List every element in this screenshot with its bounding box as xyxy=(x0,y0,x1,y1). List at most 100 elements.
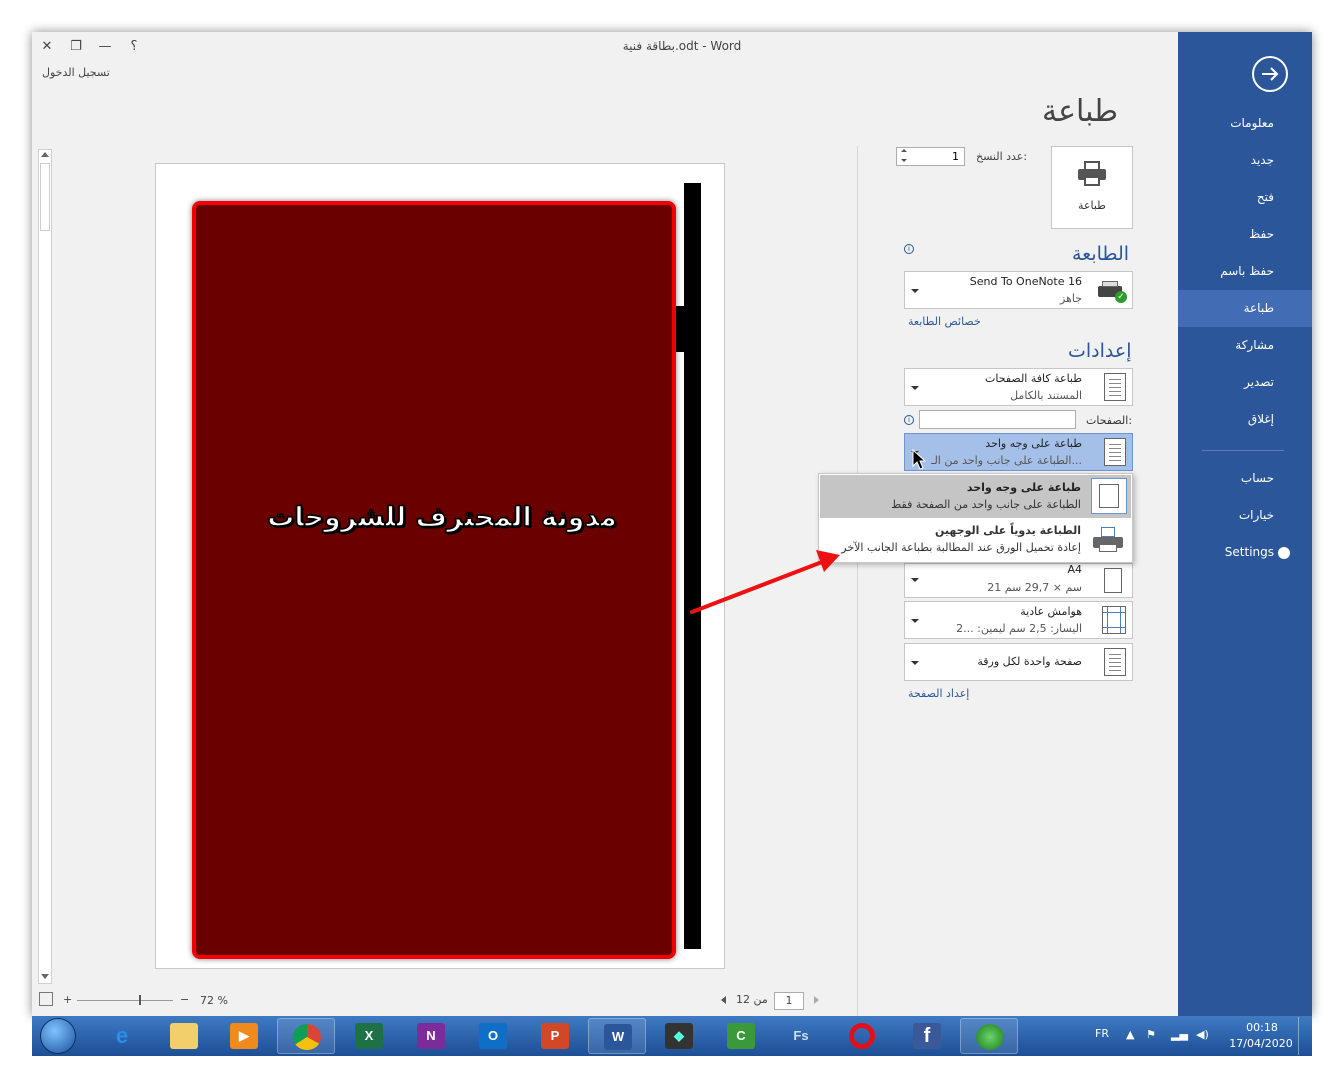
printer-name: Send To OneNote 16 xyxy=(969,275,1082,288)
taskbar-app[interactable]: e xyxy=(93,1018,151,1054)
preview-edge-tab xyxy=(676,306,688,352)
print-button[interactable]: طباعة xyxy=(1051,146,1133,229)
margins-icon xyxy=(1102,606,1126,634)
help-button[interactable]: ؟ xyxy=(123,38,145,56)
popup-item-desc: الطباعة على جانب واحد من الصفحة فقط xyxy=(891,498,1081,511)
zoom-out-icon[interactable]: − xyxy=(180,993,189,1006)
start-button-icon[interactable] xyxy=(40,1018,76,1054)
copies-label: عدد النسخ: xyxy=(976,150,1028,163)
nav-separator xyxy=(1202,450,1284,451)
preview-scrollbar[interactable] xyxy=(38,149,52,984)
sides-dropdown[interactable]: طباعة على وجه واحد الطباعة على جانب واحد… xyxy=(904,433,1133,471)
sides-popup-menu: طباعة على وجه واحد الطباعة على جانب واحد… xyxy=(818,473,1133,563)
annotation-arrow xyxy=(690,550,840,614)
taskbar-app[interactable]: P xyxy=(526,1018,584,1054)
volume-icon[interactable]: ◀) xyxy=(1196,1028,1209,1041)
paper-size-main: A4 xyxy=(1067,563,1082,576)
printer-dropdown[interactable]: Send To OneNote 16 جاهز ✓ xyxy=(904,271,1133,309)
prev-page-icon[interactable] xyxy=(721,996,726,1004)
taskbar-app[interactable]: ▶ xyxy=(215,1018,273,1054)
paper-size-sub: 21 سم × 29,7 سم xyxy=(987,581,1082,594)
zoom-slider[interactable] xyxy=(77,1000,173,1001)
nav-account[interactable]: حساب xyxy=(1178,460,1312,497)
popup-item-title: طباعة على وجه واحد xyxy=(966,481,1081,494)
single-side-icon xyxy=(1091,478,1127,514)
nav-open[interactable]: فتح xyxy=(1178,179,1312,216)
desktop: ✕ ❐ — ؟ بطاقة فنية.odt - Word تسجيل الدخ… xyxy=(0,0,1344,1088)
internet-explorer-icon: e xyxy=(115,1023,129,1048)
nav-print[interactable]: طباعة xyxy=(1178,290,1312,327)
pages-per-sheet-dropdown[interactable]: صفحة واحدة لكل ورقة xyxy=(904,643,1133,681)
scroll-up-icon[interactable] xyxy=(41,152,49,157)
page-total: من 12 xyxy=(736,993,768,1006)
nav-export[interactable]: تصدير xyxy=(1178,364,1312,401)
minimize-button[interactable]: — xyxy=(94,38,116,56)
zoom-slider-thumb[interactable] xyxy=(139,995,141,1005)
backstage-nav: معلومات جديد فتح حفظ حفظ باسم طباعة مشار… xyxy=(1178,32,1312,1016)
copies-down-icon[interactable] xyxy=(901,159,907,162)
clock-date[interactable]: 17/04/2020 xyxy=(1225,1037,1297,1050)
info-icon[interactable]: i xyxy=(904,244,914,254)
chevron-down-icon xyxy=(911,619,919,623)
zoom-in-icon[interactable]: + xyxy=(63,993,72,1006)
back-button[interactable] xyxy=(1252,56,1288,92)
clock-time[interactable]: 00:18 xyxy=(1232,1021,1292,1034)
restore-button[interactable]: ❐ xyxy=(65,38,87,56)
nav-save[interactable]: حفظ xyxy=(1178,216,1312,253)
page-number-input[interactable]: 1 xyxy=(774,992,804,1010)
popup-item-title: الطباعة يدوياً على الوجهين xyxy=(934,524,1081,537)
tray-expand-icon[interactable]: ▲ xyxy=(1126,1028,1134,1041)
powerpoint-icon: P xyxy=(541,1023,569,1049)
taskbar-app[interactable] xyxy=(155,1018,213,1054)
nav-share[interactable]: مشاركة xyxy=(1178,327,1312,364)
nav-settings[interactable]: Settings xyxy=(1178,534,1312,571)
printer-icon xyxy=(1078,161,1106,187)
network-app-icon xyxy=(976,1024,1004,1050)
next-page-icon[interactable] xyxy=(814,996,819,1004)
taskbar-app[interactable] xyxy=(277,1018,335,1054)
taskbar-app[interactable]: Fs xyxy=(772,1018,830,1054)
fit-page-icon[interactable] xyxy=(39,992,53,1006)
margins-dropdown[interactable]: هوامش عادية اليسار: 2,5 سم ليمين: ...2 xyxy=(904,601,1133,639)
scroll-thumb[interactable] xyxy=(40,163,50,231)
settings-heading: إعدادات xyxy=(1068,340,1132,362)
nav-info[interactable]: معلومات xyxy=(1178,105,1312,142)
nav-options[interactable]: خيارات xyxy=(1178,497,1312,534)
action-center-flag-icon[interactable]: ⚑ xyxy=(1146,1028,1156,1041)
popup-item-one-sided[interactable]: طباعة على وجه واحد الطباعة على جانب واحد… xyxy=(820,475,1131,518)
popup-item-manual-duplex[interactable]: الطباعة يدوياً على الوجهين إعادة تحميل ا… xyxy=(820,519,1131,562)
taskbar-app[interactable]: X xyxy=(340,1018,398,1054)
outlook-icon: O xyxy=(479,1023,507,1049)
pages-per-sheet-main: صفحة واحدة لكل ورقة xyxy=(977,655,1082,668)
scroll-down-icon[interactable] xyxy=(41,974,49,979)
page-setup-link[interactable]: إعداد الصفحة xyxy=(908,687,969,700)
taskbar-app[interactable] xyxy=(960,1018,1018,1054)
manual-duplex-printer-icon xyxy=(1093,527,1123,555)
copies-up-icon[interactable] xyxy=(901,149,907,152)
pages-input[interactable] xyxy=(919,410,1076,429)
paper-size-dropdown[interactable]: A4 21 سم × 29,7 سم xyxy=(904,563,1133,598)
taskbar-app[interactable]: ◆ xyxy=(650,1018,708,1054)
language-indicator[interactable]: FR xyxy=(1095,1027,1109,1040)
taskbar-app[interactable]: C xyxy=(712,1018,770,1054)
taskbar-app[interactable]: f xyxy=(898,1018,956,1054)
close-button[interactable]: ✕ xyxy=(36,38,58,56)
show-desktop-button[interactable] xyxy=(1298,1017,1311,1055)
page-range-dropdown[interactable]: طباعة كافة الصفحات المستند بالكامل xyxy=(904,368,1133,406)
taskbar-app[interactable]: W xyxy=(588,1018,646,1054)
page-range-main: طباعة كافة الصفحات xyxy=(985,372,1082,385)
windows-taskbar: e ▶ X N O P W ◆ C Fs f FR ▲ ⚑ ▂▄ ◀) 00:1… xyxy=(32,1016,1312,1056)
zoom-level[interactable]: 72 % xyxy=(200,994,228,1007)
sides-main: طباعة على وجه واحد xyxy=(985,437,1082,450)
taskbar-app[interactable]: O xyxy=(464,1018,522,1054)
printer-properties-link[interactable]: خصائص الطابعة xyxy=(908,315,981,328)
mouse-cursor-icon xyxy=(912,449,926,470)
nav-save-as[interactable]: حفظ باسم xyxy=(1178,253,1312,290)
taskbar-app[interactable]: N xyxy=(402,1018,460,1054)
taskbar-app[interactable] xyxy=(834,1018,892,1054)
nav-close[interactable]: إغلاق xyxy=(1178,401,1312,438)
signin-link[interactable]: تسجيل الدخول xyxy=(42,66,110,79)
nav-new[interactable]: جديد xyxy=(1178,142,1312,179)
info-icon[interactable]: i xyxy=(904,415,914,425)
network-signal-icon[interactable]: ▂▄ xyxy=(1171,1028,1188,1041)
